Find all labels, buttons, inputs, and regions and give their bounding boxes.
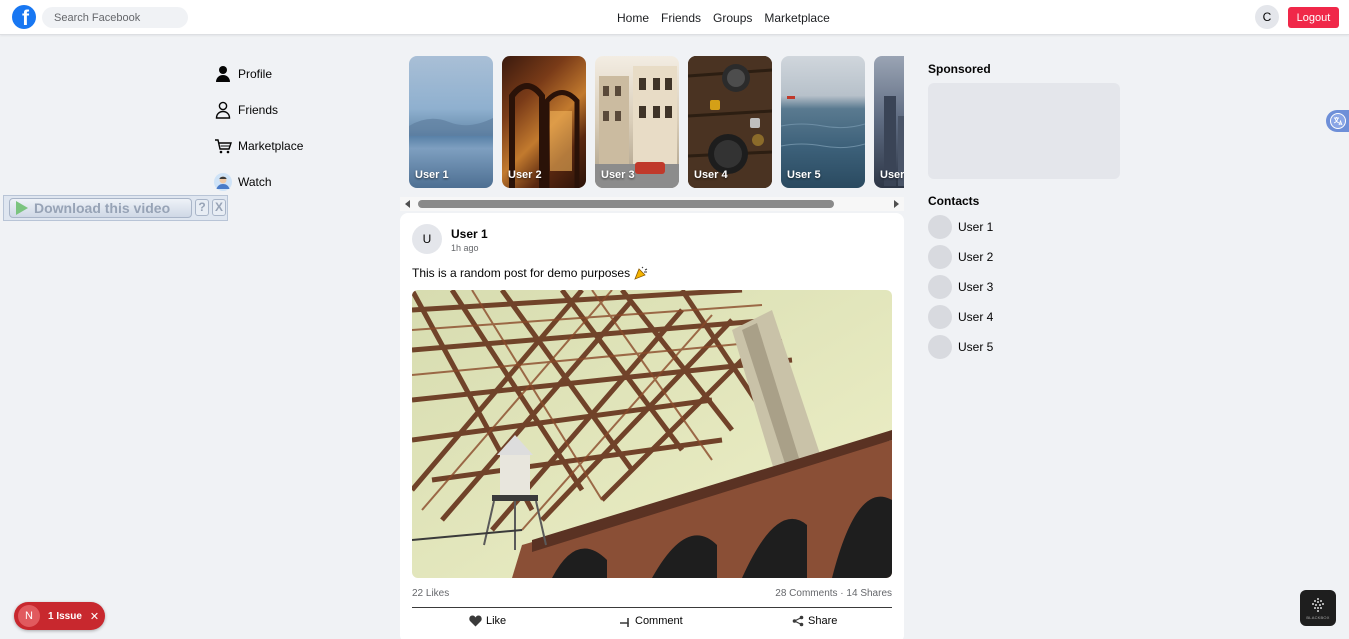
download-video-button[interactable]: Download this video: [9, 198, 192, 218]
sidebar-item-label: Marketplace: [238, 139, 304, 153]
play-icon: [16, 201, 28, 215]
party-popper-icon: [634, 266, 648, 280]
story-label: User 4: [694, 169, 728, 181]
sidebar-item-label: Profile: [238, 67, 273, 81]
comment-button[interactable]: Comment: [619, 615, 683, 627]
contact-item[interactable]: User 4: [928, 305, 993, 329]
sidebar-item-label: Friends: [238, 103, 279, 117]
contact-avatar: [928, 305, 952, 329]
contact-item[interactable]: User 1: [928, 215, 993, 239]
sidebar-item-profile[interactable]: Profile: [214, 65, 303, 83]
scroll-right-icon[interactable]: [894, 200, 899, 208]
story-card[interactable]: User: [874, 56, 904, 188]
avatar-photo-icon: [214, 173, 232, 191]
story-card[interactable]: User 3: [595, 56, 679, 188]
story-card[interactable]: User 1: [409, 56, 493, 188]
contacts-heading: Contacts: [928, 194, 980, 208]
contact-avatar: [928, 275, 952, 299]
comment-icon: [620, 618, 629, 627]
post-author-name[interactable]: User 1: [451, 227, 488, 241]
blackbox-widget[interactable]: BLACKBOX: [1300, 590, 1336, 626]
sponsored-heading: Sponsored: [928, 62, 991, 76]
sidebar-item-marketplace[interactable]: Marketplace: [214, 137, 303, 155]
post-image[interactable]: [412, 290, 892, 578]
contact-name: User 3: [958, 280, 994, 294]
close-button[interactable]: X: [212, 199, 226, 216]
contact-item[interactable]: User 3: [928, 275, 993, 299]
sidebar-item-watch[interactable]: Watch: [214, 173, 303, 191]
top-navigation-bar: f Home Friends Groups Marketplace C Logo…: [0, 0, 1349, 35]
sidebar-item-friends[interactable]: Friends: [214, 101, 303, 119]
story-label: User: [880, 169, 904, 181]
comments-shares-count[interactable]: 28 Comments · 14 Shares: [775, 588, 892, 599]
contacts-list: User 1 User 2 User 3 User 4 User 5: [928, 215, 993, 365]
search-input[interactable]: [42, 7, 188, 28]
contact-item[interactable]: User 2: [928, 245, 993, 269]
sidebar-item-label: Watch: [238, 175, 272, 189]
translate-widget[interactable]: [1326, 110, 1349, 132]
stories-strip: User 1 User 2 User 3 User 4 User 5 User: [409, 56, 904, 188]
main-nav: Home Friends Groups Marketplace: [617, 11, 830, 25]
story-label: User 2: [508, 169, 542, 181]
scroll-left-icon[interactable]: [405, 200, 410, 208]
post-text-row: This is a random post for demo purposes: [412, 266, 648, 280]
shopping-cart-icon: [214, 137, 232, 155]
sponsored-ad[interactable]: [928, 83, 1120, 179]
share-button[interactable]: Share: [792, 615, 837, 627]
nav-home[interactable]: Home: [617, 11, 649, 25]
post-divider: [412, 607, 892, 608]
user-avatar[interactable]: C: [1255, 5, 1279, 29]
download-video-label: Download this video: [34, 200, 171, 216]
like-label: Like: [486, 615, 507, 627]
post-text: This is a random post for demo purposes: [412, 266, 631, 280]
like-button[interactable]: Like: [469, 615, 506, 627]
issue-label: 1 Issue: [48, 610, 82, 622]
share-icon: [792, 615, 804, 627]
heart-icon: [469, 615, 482, 627]
nav-marketplace[interactable]: Marketplace: [764, 11, 829, 25]
contact-avatar: [928, 215, 952, 239]
post-stats: 22 Likes 28 Comments · 14 Shares: [412, 588, 892, 599]
issue-n-icon: N: [18, 605, 40, 627]
nav-friends[interactable]: Friends: [661, 11, 701, 25]
likes-count[interactable]: 22 Likes: [412, 588, 449, 599]
facebook-logo-icon[interactable]: f: [12, 5, 36, 29]
contact-avatar: [928, 245, 952, 269]
person-outline-icon: [214, 101, 232, 119]
person-filled-icon: [214, 65, 232, 83]
stories-scrollbar[interactable]: [400, 197, 904, 211]
scrollbar-thumb[interactable]: [418, 200, 834, 208]
post-card: U User 1 1h ago This is a random post fo…: [400, 213, 904, 639]
contact-avatar: [928, 335, 952, 359]
bridge-photo: [412, 290, 892, 578]
issue-badge[interactable]: N 1 Issue ✕: [14, 602, 105, 630]
contact-name: User 4: [958, 310, 994, 324]
download-video-bar: Download this video ? X: [3, 195, 228, 221]
translate-icon: [1330, 113, 1346, 129]
contact-name: User 2: [958, 250, 994, 264]
story-label: User 3: [601, 169, 635, 181]
story-label: User 1: [415, 169, 449, 181]
left-sidebar: Profile Friends Marketplace Watch: [214, 65, 303, 209]
contact-name: User 1: [958, 220, 994, 234]
blackbox-logo-icon: [1312, 597, 1324, 612]
story-card[interactable]: User 5: [781, 56, 865, 188]
share-label: Share: [808, 615, 838, 627]
comment-label: Comment: [635, 615, 683, 627]
contact-item[interactable]: User 5: [928, 335, 993, 359]
contact-name: User 5: [958, 340, 994, 354]
story-card[interactable]: User 4: [688, 56, 772, 188]
post-actions: Like Comment Share: [412, 615, 892, 629]
blackbox-label: BLACKBOX: [1306, 614, 1330, 620]
post-author-avatar[interactable]: U: [412, 224, 442, 254]
nav-groups[interactable]: Groups: [713, 11, 752, 25]
story-label: User 5: [787, 169, 821, 181]
story-card[interactable]: User 2: [502, 56, 586, 188]
post-timestamp: 1h ago: [451, 243, 479, 253]
issue-close-button[interactable]: ✕: [90, 610, 99, 623]
help-button[interactable]: ?: [195, 199, 209, 216]
logout-button[interactable]: Logout: [1288, 7, 1339, 28]
